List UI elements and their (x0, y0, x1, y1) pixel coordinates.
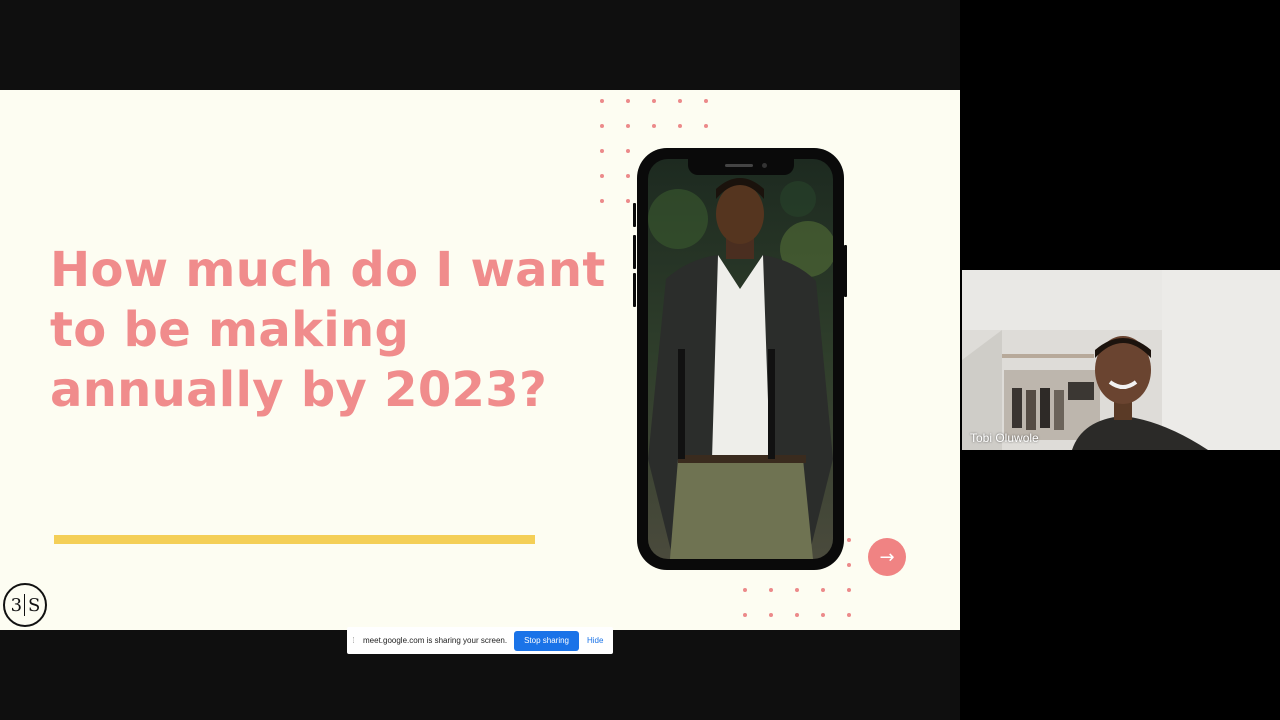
phone-screen-photo (648, 159, 833, 559)
logo-left-char: 3 (10, 594, 22, 616)
participant-name: Tobi Oluwole (970, 431, 1039, 445)
share-message: meet.google.com is sharing your screen. (363, 636, 508, 645)
phone-side-button (633, 203, 636, 227)
screen-share-notification: ⁞ meet.google.com is sharing your screen… (347, 627, 613, 654)
phone-notch (687, 159, 794, 175)
stop-sharing-button[interactable]: Stop sharing (514, 630, 579, 651)
logo-right-char: S (28, 594, 40, 616)
hide-button[interactable]: Hide (587, 636, 603, 645)
next-slide-button[interactable]: → (868, 538, 906, 576)
man-in-suit-photo (648, 159, 833, 559)
drag-handle-icon[interactable]: ⁞ (347, 636, 359, 645)
brand-logo: 3 S (3, 583, 47, 627)
logo-divider (24, 594, 26, 616)
participant-video-tile[interactable]: Tobi Oluwole (962, 270, 1280, 450)
arrow-right-icon: → (879, 546, 895, 568)
phone-mockup (637, 148, 844, 570)
slide-headline: How much do I want to be making annually… (50, 242, 606, 418)
presentation-slide: How much do I want to be making annually… (0, 90, 960, 630)
phone-side-button (844, 245, 847, 297)
phone-side-button (633, 235, 636, 269)
participant-video-feed (962, 270, 1280, 450)
accent-bar (54, 535, 535, 544)
phone-side-button (633, 273, 636, 307)
